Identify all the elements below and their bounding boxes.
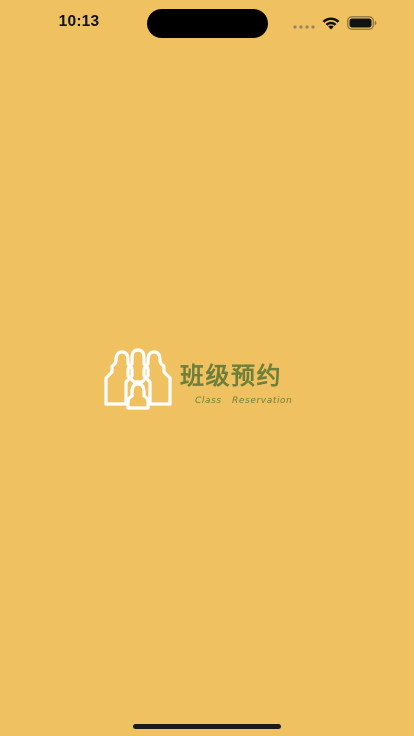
dynamic-island bbox=[147, 9, 268, 38]
people-group-icon bbox=[104, 348, 172, 410]
battery-icon bbox=[347, 16, 377, 30]
app-subtitle: Class Reservation bbox=[195, 396, 293, 406]
app-logo: 班级预约 Class Reservation bbox=[102, 348, 322, 410]
status-time: 10:13 bbox=[58, 13, 100, 30]
wifi-icon bbox=[322, 17, 340, 30]
app-title: 班级预约 bbox=[180, 362, 282, 390]
home-indicator[interactable] bbox=[133, 724, 281, 729]
cellular-signal-icon bbox=[293, 25, 315, 29]
status-bar: 10:13 bbox=[0, 0, 414, 46]
